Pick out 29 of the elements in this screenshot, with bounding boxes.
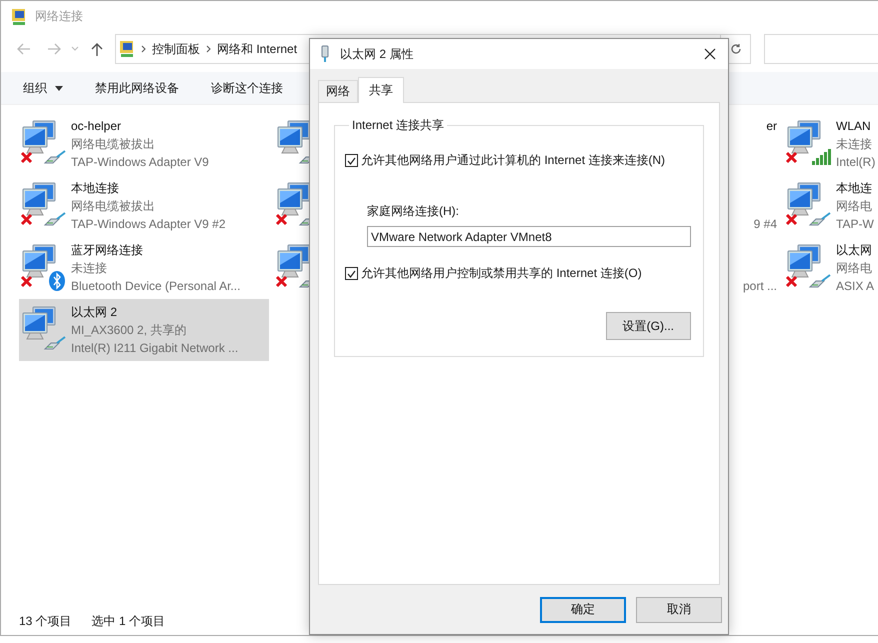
field-label: 家庭网络连接(H): xyxy=(367,203,460,220)
adapter-name: 蓝牙网络连接 xyxy=(71,242,144,259)
adapter-device: Intel(R) I211 Gigabit Network ... xyxy=(71,340,238,357)
checkbox-label: 允许其他网络用户通过此计算机的 Internet 连接来连接(N) xyxy=(361,152,666,169)
item-count: 13 个项目 xyxy=(19,612,72,630)
adapter-status: 网络电 xyxy=(836,260,873,277)
adapter-name: oc-helper xyxy=(71,118,122,135)
window-title: 网络连接 xyxy=(35,8,83,25)
adapter-status: 网络电 xyxy=(836,198,873,215)
adapter-name: 以太网 2 xyxy=(71,304,118,321)
adapter-status: MI_AX3600 2, 共享的 xyxy=(71,322,188,339)
adapter-device: Bluetooth Device (Personal Ar... xyxy=(71,278,240,295)
adapter-device: ASIX A xyxy=(836,278,874,295)
adapter-device: Intel(R) xyxy=(836,154,876,171)
adapter-name: 本地连 xyxy=(836,180,873,197)
selection-count: 选中 1 个项目 xyxy=(92,612,166,630)
adapter-status: 网络电缆被拔出 xyxy=(71,136,156,153)
adapter-status: 未连接 xyxy=(71,260,108,277)
checkbox-label: 允许其他网络用户控制或禁用共享的 Internet 连接(O) xyxy=(361,265,642,282)
adapter-status: 网络电缆被拔出 xyxy=(71,198,156,215)
adapter-name: 以太网 xyxy=(836,242,873,259)
dialog-title: 以太网 2 属性 xyxy=(340,46,414,62)
adapter-name: 本地连接 xyxy=(71,180,120,197)
adapter-name: WLAN xyxy=(836,118,872,135)
adapter-device: TAP-W xyxy=(836,216,874,233)
adapter-device: TAP-Windows Adapter V9 xyxy=(71,154,209,171)
adapter-status: 未连接 xyxy=(836,136,873,153)
group-title: Internet 连接共享 xyxy=(351,117,446,134)
adapter-device: TAP-Windows Adapter V9 #2 xyxy=(71,216,226,233)
